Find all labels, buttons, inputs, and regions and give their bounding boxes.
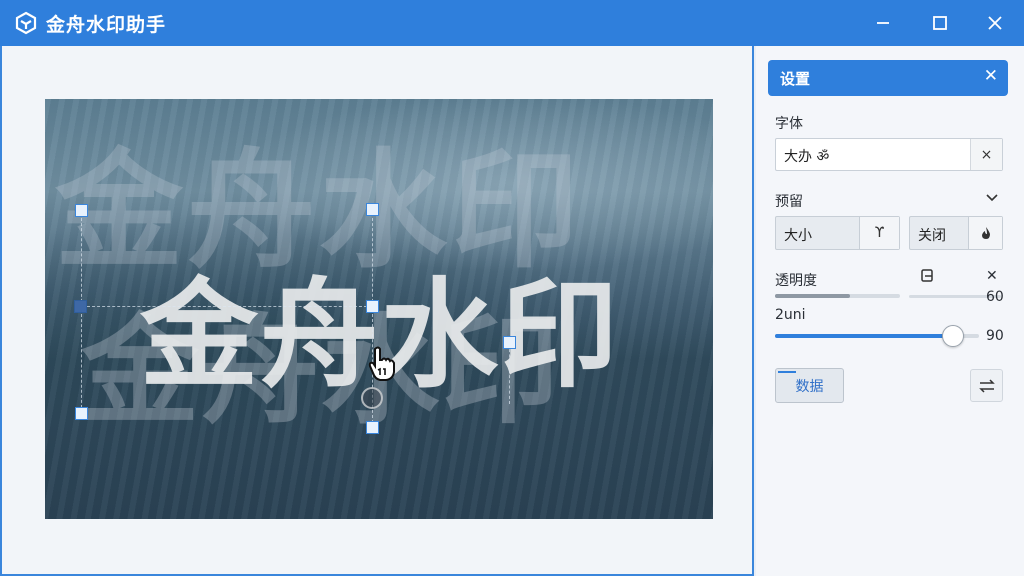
resize-handle-bottom-left[interactable] [75, 407, 88, 420]
maximize-button[interactable] [915, 0, 965, 46]
font-input[interactable]: 大办 ॐ × [775, 138, 1003, 171]
opacity-value: 60 [986, 289, 1004, 305]
resize-handle-mid-right[interactable] [366, 300, 379, 313]
swap-button[interactable] [970, 369, 1003, 402]
window-title: 金舟水印助手 [46, 14, 167, 36]
chevron-down-icon[interactable] [986, 192, 998, 204]
close-button[interactable] [970, 0, 1020, 46]
size-preset-label: 大小 [784, 228, 812, 244]
swap-icon [978, 378, 995, 393]
resize-handle-bottom-mid[interactable] [366, 421, 379, 434]
title-bar: 金舟水印助手 [0, 0, 1024, 46]
size-value: 90 [986, 328, 1004, 344]
copy-icon[interactable] [920, 268, 936, 284]
resize-handle-mid-left[interactable] [74, 300, 87, 313]
close-icon [988, 16, 1002, 30]
minimize-button[interactable] [858, 0, 908, 46]
settings-panel: 设置 ✕ 字体 大办 ॐ × 预留 大小 ϒ 关闭 透明度 ✕ 60 2uni … [756, 46, 1024, 576]
size-label: 2uni [775, 307, 806, 323]
resize-handle-top-left[interactable] [75, 204, 88, 217]
app-logo-icon [15, 11, 37, 35]
watermark-text[interactable]: 金舟水印 [140, 239, 620, 410]
minimize-icon [877, 22, 889, 24]
preset-label: 预留 [775, 194, 803, 210]
font-value: 大办 ॐ [784, 149, 830, 165]
opacity-slider-left[interactable] [775, 294, 900, 298]
close-preset-label: 关闭 [918, 228, 946, 244]
resize-handle-top-right[interactable] [366, 203, 379, 216]
close-preset-button[interactable]: 关闭 [909, 216, 1003, 250]
size-slider-fill [775, 334, 951, 338]
settings-header: 设置 ✕ [768, 60, 1008, 96]
canvas-area: 金舟水印 金舟水印 金舟水印 [0, 46, 754, 576]
size-preset-toggle[interactable]: ϒ [859, 217, 899, 249]
settings-close-icon[interactable]: ✕ [984, 66, 998, 86]
hand-cursor-icon [368, 346, 395, 381]
font-clear-button[interactable]: × [970, 139, 1002, 170]
selection-guide-horizontal [87, 306, 367, 307]
selection-guide-right [509, 344, 510, 404]
size-preset-button[interactable]: 大小 ϒ [775, 216, 900, 250]
maximize-icon [933, 16, 947, 30]
opacity-reset-icon[interactable]: ✕ [986, 268, 998, 284]
photo-preview: 金舟水印 金舟水印 金舟水印 [45, 99, 713, 519]
font-label: 字体 [775, 116, 803, 132]
selection-guide-left [81, 213, 82, 413]
opacity-label: 透明度 [775, 273, 817, 289]
flame-icon[interactable] [968, 217, 1002, 249]
data-button[interactable]: 数据 [775, 368, 844, 403]
settings-title: 设置 [780, 70, 811, 88]
opacity-slider-fill [775, 294, 850, 298]
size-slider-thumb[interactable] [942, 325, 964, 347]
resize-handle-right-anchor[interactable] [503, 336, 516, 349]
rotate-handle[interactable] [361, 387, 383, 409]
